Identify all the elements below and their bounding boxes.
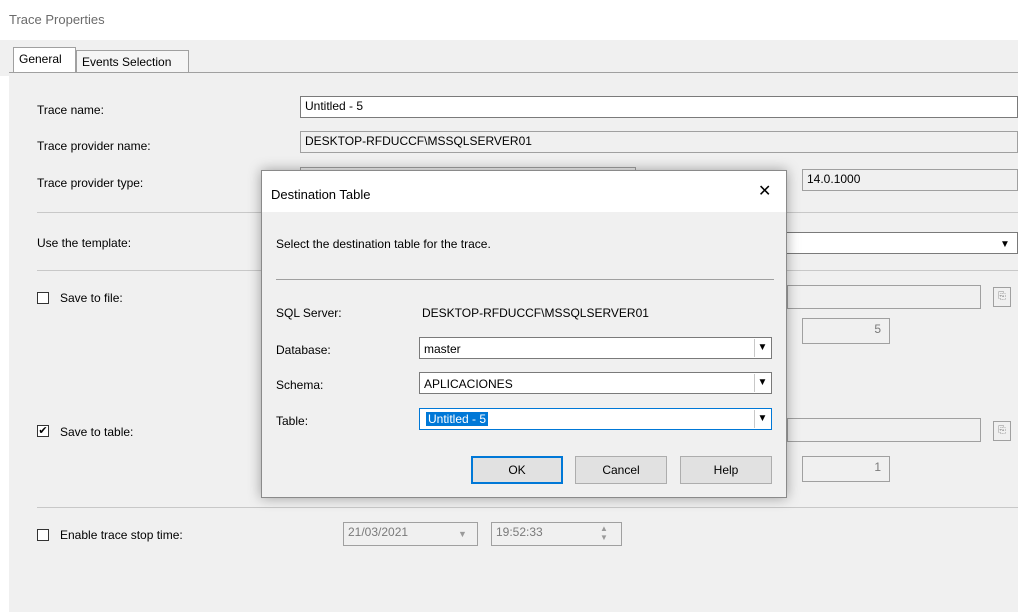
- stop-date-value: 21/03/2021: [348, 525, 409, 539]
- sql-server-label: SQL Server:: [276, 306, 342, 320]
- trace-name-label: Trace name:: [37, 103, 104, 117]
- save-to-table-label: Save to table:: [60, 425, 134, 439]
- save-to-file-label: Save to file:: [60, 291, 123, 305]
- provider-name-label: Trace provider name:: [37, 139, 151, 153]
- provider-name-field: DESKTOP-RFDUCCF\MSSQLSERVER01: [300, 131, 1018, 153]
- tab-general[interactable]: General: [13, 47, 76, 72]
- database-select[interactable]: master ▼: [419, 337, 772, 359]
- schema-select[interactable]: APLICACIONES ▼: [419, 372, 772, 394]
- schema-label: Schema:: [276, 378, 324, 392]
- trace-name-input[interactable]: Untitled - 5: [300, 96, 1018, 118]
- chevron-down-icon[interactable]: ▼: [1000, 239, 1010, 250]
- database-value: master: [424, 342, 461, 356]
- dialog-title: Destination Table: [271, 187, 371, 202]
- file-rollover-field: 5: [802, 318, 890, 344]
- schema-value: APLICACIONES: [424, 377, 513, 391]
- stop-time-label: Enable trace stop time:: [60, 528, 183, 542]
- separator: [37, 507, 1018, 508]
- save-to-file-checkbox[interactable]: [37, 292, 49, 304]
- table-rows-field: 1: [802, 456, 890, 482]
- destination-table-dialog: Destination Table ✕ Select the destinati…: [261, 170, 787, 498]
- dialog-instruction: Select the destination table for the tra…: [276, 237, 491, 251]
- separator: [276, 279, 774, 280]
- table-path-field: [787, 418, 981, 442]
- sql-server-value: DESKTOP-RFDUCCF\MSSQLSERVER01: [422, 306, 649, 320]
- browse-table-icon[interactable]: ⎘: [993, 421, 1011, 441]
- template-label: Use the template:: [37, 236, 132, 250]
- table-value: Untitled - 5: [426, 412, 489, 426]
- window-title: Trace Properties: [9, 12, 105, 27]
- chevron-down-icon[interactable]: ▼: [754, 339, 770, 357]
- cancel-button[interactable]: Cancel: [575, 456, 667, 484]
- chevron-down-icon[interactable]: ▼: [754, 410, 770, 428]
- chevron-down-icon: ▼: [458, 529, 467, 539]
- spinner-icon: ▲ ▼: [600, 524, 608, 542]
- stop-time-checkbox[interactable]: [37, 529, 49, 541]
- tab-events-selection[interactable]: Events Selection: [76, 50, 189, 72]
- close-icon[interactable]: ✕: [758, 181, 771, 201]
- ok-button[interactable]: OK: [471, 456, 563, 484]
- table-select[interactable]: Untitled - 5 ▼: [419, 408, 772, 430]
- stop-time-value: 19:52:33: [496, 525, 543, 539]
- provider-version-field: 14.0.1000: [802, 169, 1018, 191]
- save-to-table-checkbox[interactable]: ✔: [37, 425, 49, 437]
- help-button[interactable]: Help: [680, 456, 772, 484]
- file-path-field: [787, 285, 981, 309]
- browse-file-icon[interactable]: ⎘: [993, 287, 1011, 307]
- provider-type-label: Trace provider type:: [37, 176, 144, 190]
- chevron-down-icon[interactable]: ▼: [754, 374, 770, 392]
- database-label: Database:: [276, 343, 331, 357]
- table-label: Table:: [276, 414, 309, 428]
